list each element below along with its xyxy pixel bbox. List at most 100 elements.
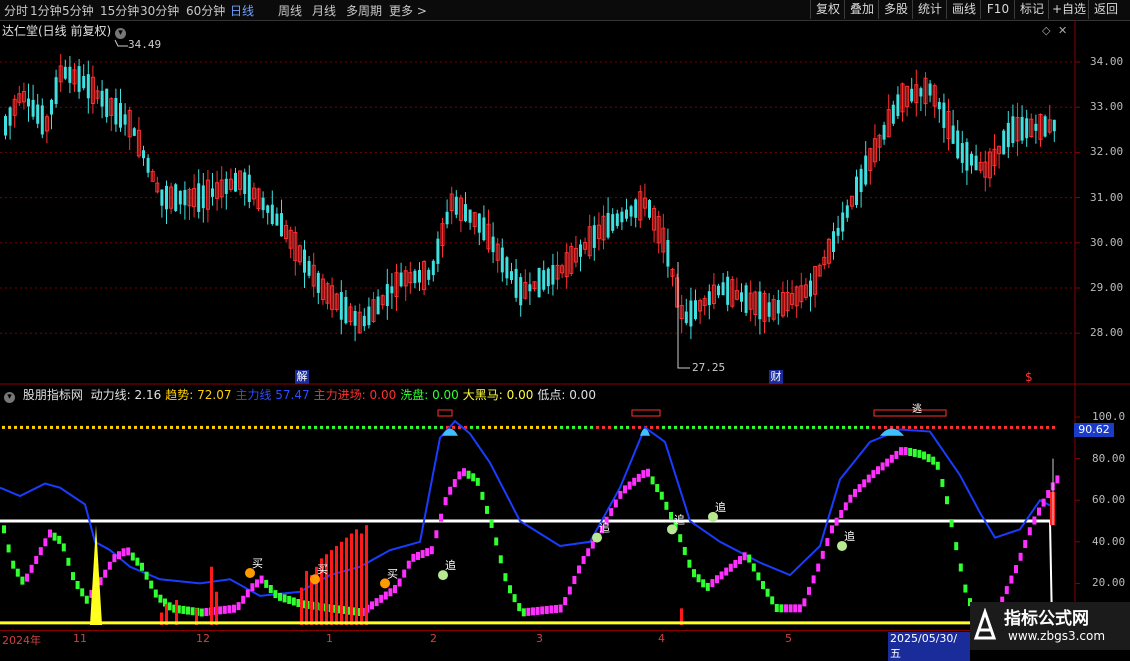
trend-bar [296, 599, 301, 608]
indicator-tick: 100.0 [1092, 410, 1126, 423]
price-tick: 33.00 [1090, 100, 1124, 114]
trend-bar [232, 604, 236, 613]
trend-bar [475, 477, 480, 486]
trend-bar [590, 540, 595, 549]
marker-unlock[interactable]: 解 [295, 370, 309, 384]
trend-bar [521, 608, 526, 617]
indicator-item-1: 趋势: 72.07 [165, 388, 232, 402]
dot-marker [434, 425, 437, 429]
dot-marker [170, 425, 173, 429]
dot-marker [62, 425, 65, 429]
trend-bar [439, 513, 443, 522]
date-label: 11 [73, 632, 87, 645]
trend-bar [774, 604, 779, 613]
dot-marker [668, 425, 671, 429]
flee-zone-box [631, 409, 661, 417]
candle-body [721, 282, 725, 296]
dot-marker [1016, 425, 1019, 429]
dot-marker [578, 425, 581, 429]
dot-marker [332, 425, 335, 429]
dot-marker [596, 425, 599, 429]
dot-marker [704, 425, 707, 429]
trend-bar [457, 471, 462, 480]
date-label: 12 [196, 632, 210, 645]
trend-bar [485, 505, 489, 514]
dot-marker [494, 425, 497, 429]
dot-marker [650, 425, 653, 429]
trend-bar [429, 546, 434, 555]
candle-body [694, 300, 697, 320]
candle-body [942, 102, 946, 128]
trend-bar [379, 594, 384, 603]
dot-marker [938, 425, 941, 429]
candle-body [648, 200, 651, 218]
candle-body [832, 231, 835, 252]
dot-marker [764, 425, 767, 429]
dot-marker [1004, 425, 1007, 429]
candle-body [855, 176, 858, 206]
candle-body [197, 183, 201, 212]
dot-marker [740, 425, 743, 429]
dot-marker [800, 425, 803, 429]
watermark: 指标公式网 www.zbgs3.com [970, 602, 1130, 650]
dot-marker [428, 425, 431, 429]
dot-marker [860, 425, 863, 429]
dot-marker [572, 425, 575, 429]
candle-body [54, 77, 58, 104]
main-force-entry-bar [365, 525, 368, 625]
chase-signal-label: 追 [844, 529, 855, 543]
marker-finance[interactable]: 财 [769, 370, 783, 384]
trend-bar [853, 488, 857, 497]
dot-marker [1046, 425, 1049, 429]
dot-marker [536, 425, 539, 429]
trend-bar [397, 578, 402, 587]
main-chart[interactable]: 买买买追追追追追逃 [0, 0, 1130, 650]
dot-marker [518, 425, 521, 429]
trend-bar [1055, 475, 1060, 484]
dot-marker [836, 425, 839, 429]
selected-date: 2025/05/30/五 [888, 632, 970, 661]
trend-bar [669, 512, 673, 521]
candle-body [510, 271, 513, 280]
candle-body [744, 285, 748, 313]
trend-bar [825, 538, 830, 547]
date-label: 2 [430, 632, 437, 645]
dot-marker [92, 425, 95, 429]
chase-signal-label: 追 [674, 512, 685, 526]
dot-marker [338, 425, 341, 429]
trend-bar [549, 605, 554, 614]
trend-bar [236, 602, 241, 611]
trend-bar [1027, 527, 1032, 536]
trend-bar [1046, 490, 1051, 499]
trend-bar [701, 579, 706, 588]
dot-marker [944, 425, 947, 429]
flee-signal-label: 逃 [912, 402, 922, 415]
trend-bar [577, 565, 581, 574]
candle-body [4, 116, 7, 136]
candle-body [767, 302, 771, 317]
candle-body [546, 268, 550, 287]
dot-marker [386, 425, 389, 429]
trend-bar [245, 589, 250, 598]
dot-marker [140, 425, 143, 429]
trend-bar [273, 590, 278, 599]
candle-body [165, 185, 168, 210]
trend-bar [834, 517, 839, 526]
candle-body [960, 143, 964, 163]
current-value-badge: 90.62 [1074, 423, 1114, 437]
trend-bar [218, 606, 223, 615]
dot-marker [356, 425, 359, 429]
trend-bar [728, 563, 733, 572]
candle-body [427, 269, 431, 280]
trend-bar [29, 564, 34, 573]
trend-bar [742, 552, 747, 561]
indicator-dropdown-icon[interactable]: ▾ [4, 392, 15, 403]
buy-signal-label: 买 [252, 557, 263, 570]
candle-body [464, 204, 467, 222]
dot-marker [1010, 425, 1013, 429]
trend-bar [287, 595, 292, 604]
candle-body [542, 270, 546, 290]
marker-dividend[interactable]: $ [1025, 370, 1033, 384]
trend-bar [659, 491, 664, 500]
trend-bar [623, 485, 627, 494]
